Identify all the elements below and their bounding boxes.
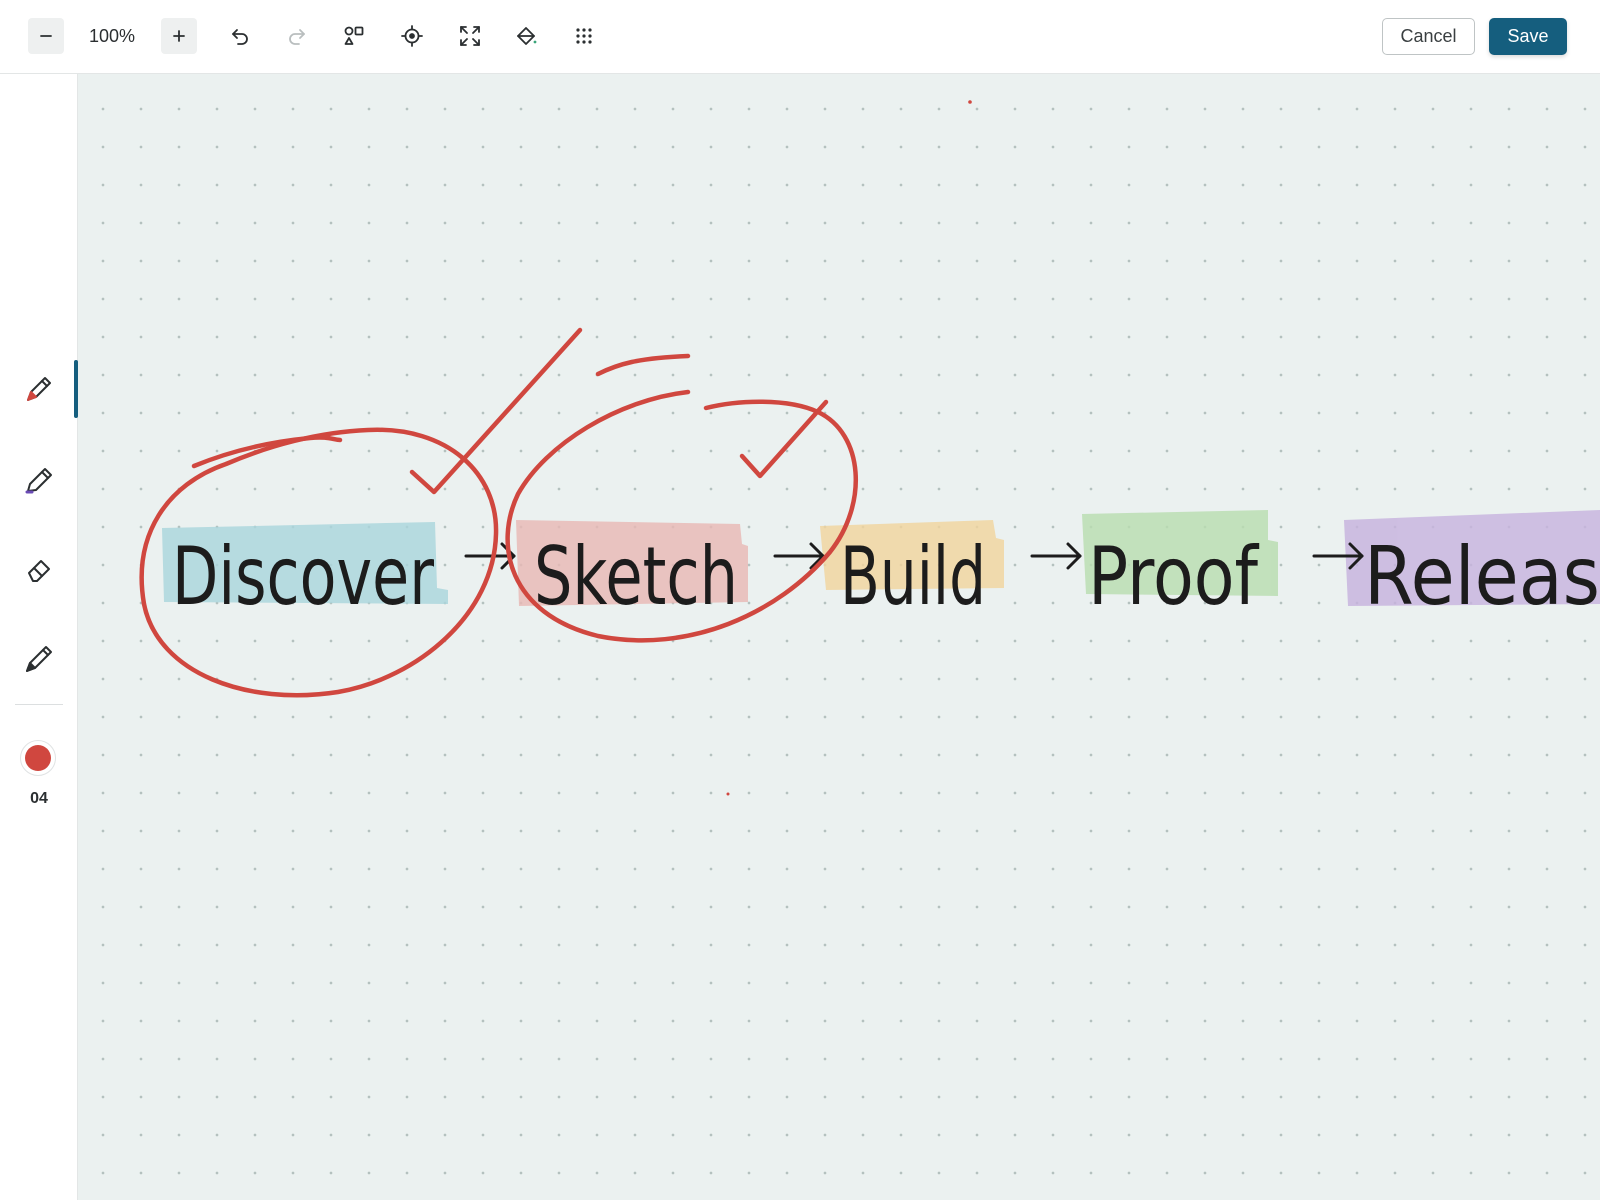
zoom-in-button[interactable] [161,18,197,54]
checkmark-sketch [739,399,829,479]
color-picker-button[interactable] [20,740,56,776]
paint-bucket-icon [517,27,537,45]
pen-tool[interactable] [14,364,64,414]
eraser-tool[interactable] [14,544,64,594]
word-sketch: Sketch [534,530,738,623]
undo-icon [232,29,248,45]
grid-dots-icon [576,28,592,44]
fill-button[interactable] [508,18,544,54]
grid-toggle-button[interactable] [566,18,602,54]
drawing-canvas[interactable]: Discover Sketch Build Proof Releas [78,74,1600,1200]
crosshair-icon [401,25,423,47]
current-color-swatch [25,745,51,771]
circle-stroke-sketch-start [595,353,691,377]
arrow-3 [1030,542,1082,570]
locate-button[interactable] [394,18,430,54]
word-proof: Proof [1088,530,1260,623]
cancel-button[interactable]: Cancel [1382,18,1475,55]
pencil-tool[interactable] [14,634,64,684]
circle-stroke-discover-start [191,435,343,469]
marker-icon [25,468,52,494]
minus-icon [40,35,52,37]
undo-button[interactable] [222,18,258,54]
canvas-drawing: Discover Sketch Build Proof Releas [139,100,1600,796]
shapes-button[interactable] [336,18,372,54]
tool-panel: 04 [0,74,78,1200]
stroke-size-value: 04 [30,790,48,807]
fit-screen-button[interactable] [452,18,488,54]
expand-icon [460,26,480,46]
word-build: Build [840,530,986,623]
plus-icon [173,30,185,42]
arrow-4 [1312,542,1364,570]
toolbar: 100% Cancel Save [0,0,1600,74]
panel-divider [15,704,63,705]
marker-tool[interactable] [14,456,64,506]
redo-button[interactable] [279,18,315,54]
pencil-icon [26,646,52,672]
redo-icon [289,29,305,45]
word-discover: Discover [172,530,434,623]
ink-dot [726,792,730,796]
shapes-icon [344,26,364,45]
ink-annotations [139,100,972,796]
flow-words: Discover Sketch Build Proof Releas [172,530,1600,623]
zoom-out-button[interactable] [28,18,64,54]
save-button[interactable]: Save [1489,18,1567,55]
ink-dot [968,100,972,104]
eraser-icon [28,560,50,582]
pen-icon [27,377,51,401]
checkmark-discover [409,327,583,495]
zoom-level: 100% [88,26,136,46]
word-release: Releas [1364,530,1600,623]
